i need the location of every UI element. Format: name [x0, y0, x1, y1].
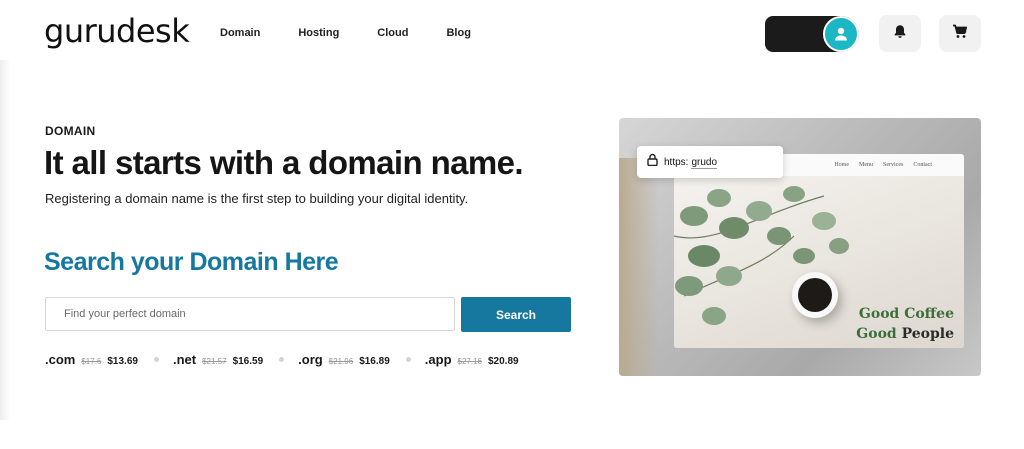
- tld-name: .org: [298, 352, 323, 367]
- url-text: https: grudo: [664, 156, 718, 169]
- tagline-word: Good: [858, 306, 900, 322]
- mock-nav-item: Contact: [913, 162, 932, 168]
- url-scheme: https:: [664, 156, 689, 168]
- mock-nav-item: Services: [883, 162, 904, 168]
- tld-item-app[interactable]: .app $27.16 $20.89: [425, 352, 519, 367]
- lock-icon: [647, 153, 658, 171]
- separator-dot: [405, 357, 411, 362]
- search-title: Search your Domain Here: [44, 248, 339, 276]
- nav-item-hosting[interactable]: Hosting: [298, 27, 339, 39]
- tld-price-list: .com $17.6 $13.69 .net $21.57 $16.59 .or…: [45, 352, 519, 367]
- nav-item-domain[interactable]: Domain: [220, 27, 260, 39]
- tld-price: $13.69: [107, 356, 138, 367]
- tld-old-price: $27.16: [457, 357, 482, 366]
- dried-flowers-decoration: [619, 158, 659, 376]
- tld-name: .com: [45, 352, 76, 367]
- coffee-cup: [792, 272, 838, 318]
- cart-button[interactable]: [939, 15, 981, 52]
- tagline-word: People: [901, 326, 954, 342]
- tld-old-price: $21.57: [202, 357, 227, 366]
- tagline-word: Good: [856, 326, 897, 342]
- tld-item-com[interactable]: .com $17.6 $13.69: [45, 352, 138, 367]
- nav-item-blog[interactable]: Blog: [446, 27, 470, 39]
- domain-search-input[interactable]: [45, 297, 455, 331]
- tld-old-price: $17.6: [81, 357, 102, 366]
- website-preview-mockup: Home Menu Services Contact Good Coffee G…: [674, 154, 964, 348]
- preview-tagline: Good Coffee Good People: [856, 304, 954, 344]
- hero-headline: It all starts with a domain name.: [44, 144, 524, 181]
- mock-nav-item: Menu: [859, 162, 873, 168]
- notifications-button[interactable]: [879, 15, 921, 52]
- tld-item-org[interactable]: .org $21.96 $16.89: [298, 352, 390, 367]
- tld-price: $20.89: [487, 356, 519, 367]
- main-nav: Domain Hosting Cloud Blog: [220, 27, 509, 39]
- cart-icon: [952, 24, 968, 44]
- url-domain: grudo: [691, 156, 718, 169]
- hero-subline: Registering a domain name is the first s…: [45, 191, 469, 206]
- section-eyebrow: DOMAIN: [45, 124, 96, 138]
- brand-logo[interactable]: gurudesk: [44, 12, 190, 50]
- user-icon[interactable]: [823, 16, 859, 52]
- tld-old-price: $21.96: [328, 357, 354, 366]
- tld-item-net[interactable]: .net $21.57 $16.59: [173, 352, 263, 367]
- url-bar-preview: https: grudo: [637, 146, 783, 178]
- mock-nav-item: Home: [834, 162, 849, 168]
- edge-shadow: [0, 60, 10, 420]
- tld-name: .net: [172, 352, 197, 367]
- account-button[interactable]: [765, 16, 859, 52]
- separator-dot: [153, 357, 159, 362]
- coffee-photo: Good Coffee Good People: [674, 176, 964, 348]
- search-button[interactable]: Search: [461, 297, 571, 332]
- tld-price: $16.59: [232, 356, 264, 367]
- tagline-word: Coffee: [904, 306, 954, 322]
- tld-name: .app: [424, 352, 452, 367]
- separator-dot: [279, 357, 285, 362]
- nav-item-cloud[interactable]: Cloud: [377, 27, 408, 39]
- tld-price: $16.89: [359, 356, 390, 367]
- bell-icon: [893, 24, 907, 44]
